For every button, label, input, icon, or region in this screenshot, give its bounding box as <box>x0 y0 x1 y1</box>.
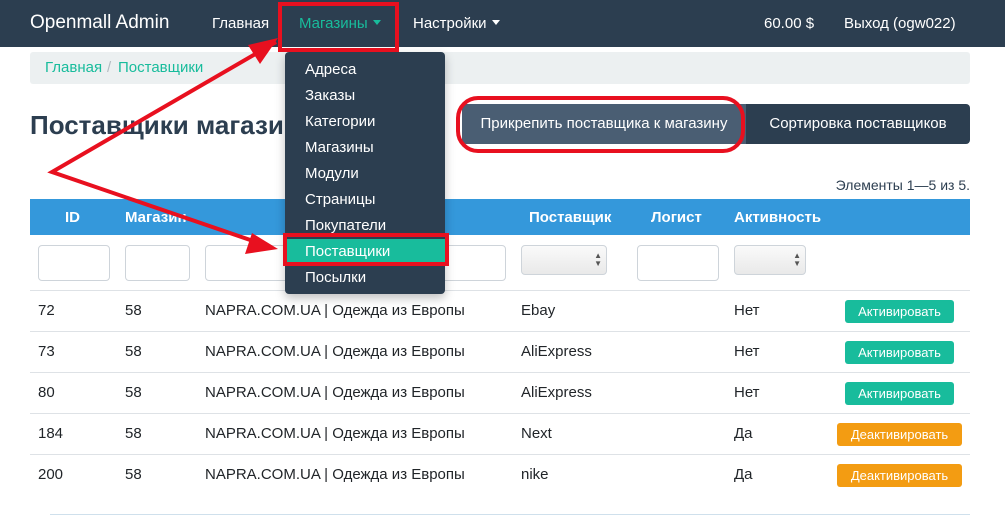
table-row: 73 58 NAPRA.COM.UA | Одежда из Европы Al… <box>30 331 970 372</box>
deactivate-button[interactable]: Деактивировать <box>837 423 962 446</box>
cell-id: 200 <box>38 466 64 483</box>
column-header-id[interactable]: ID <box>65 209 80 226</box>
cell-shop: 58 <box>125 384 142 401</box>
cell-supplier: AliExpress <box>521 343 592 360</box>
column-header-active[interactable]: Активность <box>734 209 821 226</box>
brand-logo[interactable]: Openmall Admin <box>30 12 169 34</box>
cell-supplier: Ebay <box>521 302 556 319</box>
cell-active: Нет <box>734 302 760 319</box>
caret-down-icon <box>491 20 500 25</box>
cell-shop-name: NAPRA.COM.UA | Одежда из Европы <box>205 466 465 483</box>
dropdown-item-addresses[interactable]: Адреса <box>285 57 445 83</box>
cell-supplier: AliExpress <box>521 384 592 401</box>
cell-shop-name: NAPRA.COM.UA | Одежда из Европы <box>205 384 465 401</box>
filter-row: ▲ ▼ ▲ ▼ <box>30 235 970 291</box>
filter-logist-input[interactable] <box>637 245 719 281</box>
annotation-box-shops <box>278 2 399 52</box>
dropdown-item-orders[interactable]: Заказы <box>285 83 445 109</box>
filter-supplier-select[interactable]: ▲ ▼ <box>521 245 607 275</box>
items-summary: Элементы 1—5 из 5. <box>835 177 970 193</box>
select-arrows-icon: ▲ ▼ <box>793 251 801 268</box>
cell-id: 72 <box>38 302 55 319</box>
breadcrumb-separator: / <box>107 59 112 76</box>
table-bottom-divider <box>50 514 970 515</box>
dropdown-item-parcels[interactable]: Посылки <box>285 265 445 291</box>
nav-settings-dropdown[interactable]: Настройки <box>413 15 500 32</box>
activate-button[interactable]: Активировать <box>845 341 954 364</box>
breadcrumb: Главная / Поставщики <box>30 52 970 84</box>
cell-supplier: Next <box>521 425 552 442</box>
sort-suppliers-button[interactable]: Сортировка поставщиков <box>746 104 970 144</box>
cell-shop-name: NAPRA.COM.UA | Одежда из Европы <box>205 302 465 319</box>
dropdown-item-categories[interactable]: Категории <box>285 109 445 135</box>
cell-active: Да <box>734 425 753 442</box>
table-row: 200 58 NAPRA.COM.UA | Одежда из Европы n… <box>30 454 970 495</box>
cell-shop: 58 <box>125 466 142 483</box>
cell-shop: 58 <box>125 343 142 360</box>
cell-shop: 58 <box>125 302 142 319</box>
filter-shop-input[interactable] <box>125 245 190 281</box>
select-arrows-icon: ▲ ▼ <box>594 251 602 268</box>
cell-active: Да <box>734 466 753 483</box>
nav-home[interactable]: Главная <box>212 15 269 32</box>
activate-button[interactable]: Активировать <box>845 382 954 405</box>
annotation-pill-attach <box>456 96 745 153</box>
cell-supplier: nike <box>521 466 549 483</box>
breadcrumb-current: Поставщики <box>118 59 204 76</box>
cell-id: 73 <box>38 343 55 360</box>
table-row: 184 58 NAPRA.COM.UA | Одежда из Европы N… <box>30 413 970 454</box>
column-header-logist[interactable]: Логист <box>651 209 702 226</box>
dropdown-item-modules[interactable]: Модули <box>285 161 445 187</box>
top-navbar: Openmall Admin Главная Магазины Настройк… <box>0 0 1005 47</box>
logout-link[interactable]: Выход (ogw022) <box>844 15 956 32</box>
balance-display[interactable]: 60.00 $ <box>764 15 814 32</box>
filter-id-input[interactable] <box>38 245 110 281</box>
column-header-shop[interactable]: Магазин <box>125 209 187 226</box>
cell-shop-name: NAPRA.COM.UA | Одежда из Европы <box>205 425 465 442</box>
column-header-supplier[interactable]: Поставщик <box>529 209 611 226</box>
table-header: ID Магазин Поставщик Логист Активность <box>30 199 970 235</box>
activate-button[interactable]: Активировать <box>845 300 954 323</box>
cell-id: 80 <box>38 384 55 401</box>
cell-shop-name: NAPRA.COM.UA | Одежда из Европы <box>205 343 465 360</box>
cell-active: Нет <box>734 343 760 360</box>
table-row: 80 58 NAPRA.COM.UA | Одежда из Европы Al… <box>30 372 970 413</box>
deactivate-button[interactable]: Деактивировать <box>837 464 962 487</box>
annotation-box-suppliers <box>283 233 449 266</box>
breadcrumb-home[interactable]: Главная <box>45 59 102 76</box>
cell-id: 184 <box>38 425 64 442</box>
cell-active: Нет <box>734 384 760 401</box>
nav-settings-label: Настройки <box>413 15 487 32</box>
dropdown-item-shops[interactable]: Магазины <box>285 135 445 161</box>
dropdown-item-pages[interactable]: Страницы <box>285 187 445 213</box>
filter-active-select[interactable]: ▲ ▼ <box>734 245 806 275</box>
cell-shop: 58 <box>125 425 142 442</box>
table-row: 72 58 NAPRA.COM.UA | Одежда из Европы Eb… <box>30 290 970 331</box>
